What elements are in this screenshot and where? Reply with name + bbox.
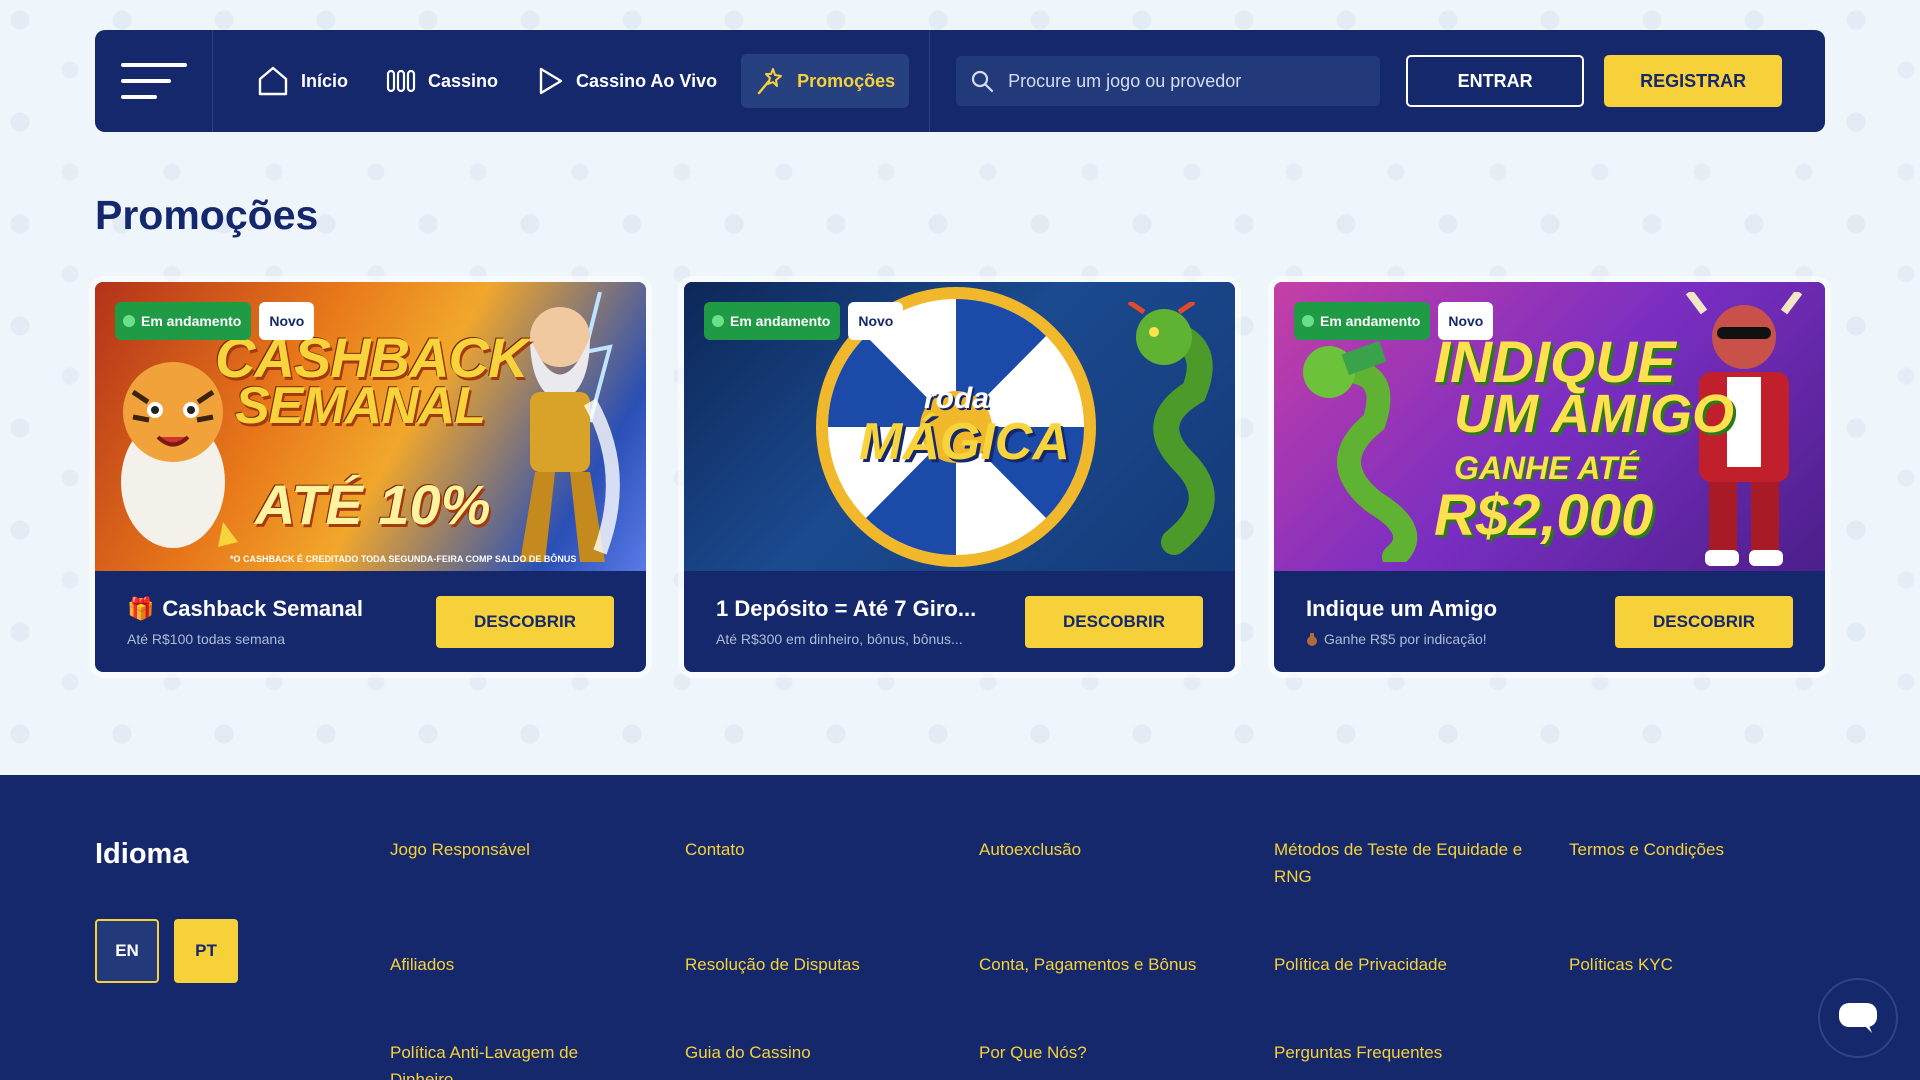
live-dot-icon	[123, 315, 135, 327]
sparkle-icon	[757, 68, 783, 95]
footer-link-termos[interactable]: Termos e Condições	[1569, 836, 1809, 863]
footer-link-metodos-rng[interactable]: Métodos de Teste de Equidade e RNG	[1274, 836, 1544, 890]
promo-card-indique-amigo[interactable]: Em andamento Novo INDIQUE UM AMIGO GANHE…	[1274, 282, 1825, 672]
banner-headline: GANHE ATÉ	[1454, 450, 1639, 486]
banner-highlight: R$2,000	[1434, 483, 1654, 548]
language-title: Idioma	[95, 838, 189, 870]
footer-link-jogo-responsavel[interactable]: Jogo Responsável	[390, 836, 660, 863]
promotions-list: Em andamento Novo CASHBACK SEMANAL ATÉ 1…	[95, 282, 1825, 672]
promo-card-cashback[interactable]: Em andamento Novo CASHBACK SEMANAL ATÉ 1…	[95, 282, 646, 672]
discover-button[interactable]: DESCOBRIR	[1615, 595, 1793, 648]
login-button[interactable]: ENTRAR	[1406, 55, 1585, 107]
dragon-illustration	[1303, 340, 1418, 562]
discover-button[interactable]: DESCOBRIR	[1025, 595, 1203, 648]
banner-headline: UM AMIGO	[1454, 384, 1734, 444]
footer	[0, 775, 1920, 1080]
banner-fine-print: *O CASHBACK É CREDITADO TODA SEGUNDA-FEI…	[230, 554, 577, 564]
status-badge: Em andamento	[704, 302, 841, 340]
banner-highlight: ATÉ 10%	[255, 473, 491, 536]
hamburger-icon	[120, 63, 187, 99]
dragon-illustration	[1127, 302, 1215, 555]
money-bag-icon	[1307, 633, 1317, 646]
footer-link-disputas[interactable]: Resolução de Disputas	[685, 951, 955, 978]
promo-title: 1 Depósito = Até 7 Giro...	[716, 596, 977, 621]
promo-banner-image[interactable]: Em andamento Novo CASHBACK SEMANAL ATÉ 1…	[95, 282, 646, 571]
status-badge: Em andamento	[115, 302, 252, 340]
footer-link-conta-pagamentos[interactable]: Conta, Pagamentos e Bônus	[979, 951, 1249, 978]
promo-subtitle: Até R$300 em dinheiro, bônus, bônus...	[716, 631, 963, 647]
nav-item-label: Cassino Ao Vivo	[576, 70, 718, 91]
promo-card-roda-magica[interactable]: Em andamento Novo roda MÁGICA 1 Depósito…	[684, 282, 1235, 672]
chat-button[interactable]	[1818, 978, 1898, 1058]
new-badge: Novo	[259, 302, 315, 340]
footer-link-autoexclusao[interactable]: Autoexclusão	[979, 836, 1249, 863]
footer-link-anti-lavagem[interactable]: Política Anti-Lavagem de Dinheiro	[390, 1039, 630, 1080]
search-box[interactable]	[956, 56, 1381, 106]
home-icon	[258, 66, 288, 96]
footer-link-por-que-nos[interactable]: Por Que Nós?	[979, 1039, 1249, 1066]
promo-card-text: 🎁 Cashback Semanal Até R$100 todas seman…	[127, 596, 417, 647]
footer-link-afiliados[interactable]: Afiliados	[390, 951, 660, 978]
promo-card-text: Indique um Amigo Ganhe R$5 por indicação…	[1306, 596, 1596, 647]
nav-item-promocoes[interactable]: Promoções	[741, 54, 910, 108]
nav-item-cassino[interactable]: Cassino	[372, 54, 512, 108]
search-icon	[972, 70, 994, 93]
nav-item-label: Promoções	[797, 70, 896, 91]
promo-card-footer: 1 Depósito = Até 7 Giro... Até R$300 em …	[684, 571, 1235, 672]
promo-badges: Em andamento Novo	[115, 302, 315, 340]
footer-link-contato[interactable]: Contato	[685, 836, 955, 863]
register-button[interactable]: REGISTRAR	[1604, 55, 1783, 107]
discover-button[interactable]: DESCOBRIR	[436, 595, 614, 648]
footer-link-kyc[interactable]: Políticas KYC	[1569, 951, 1809, 978]
nav-items: Início Cassino Cassino Ao Vivo Promoções	[213, 30, 910, 132]
banner-headline: SEMANAL	[235, 377, 486, 435]
nav-item-label: Início	[301, 70, 349, 91]
promo-subtitle: Até R$100 todas semana	[127, 631, 285, 647]
promo-badges: Em andamento Novo	[1294, 302, 1494, 340]
new-badge: Novo	[848, 302, 904, 340]
page-title: Promoções	[95, 192, 319, 238]
promo-badges: Em andamento Novo	[704, 302, 904, 340]
menu-button[interactable]	[95, 30, 213, 132]
promo-banner-image[interactable]: Em andamento Novo INDIQUE UM AMIGO GANHE…	[1274, 282, 1825, 571]
chat-icon	[1839, 1003, 1877, 1033]
nav-item-inicio[interactable]: Início	[243, 54, 362, 108]
banner-headline: MÁGICA	[859, 413, 1070, 471]
language-en-button[interactable]: EN	[95, 919, 159, 983]
gift-icon: 🎁	[127, 596, 155, 621]
promo-banner-image[interactable]: Em andamento Novo roda MÁGICA	[684, 282, 1235, 571]
play-icon	[539, 67, 563, 95]
nav-item-cassino-ao-vivo[interactable]: Cassino Ao Vivo	[522, 54, 731, 108]
promo-title: Indique um Amigo	[1306, 596, 1498, 621]
banner-headline: roda	[924, 382, 990, 415]
live-dot-icon	[1302, 315, 1314, 327]
promo-card-text: 1 Depósito = Até 7 Giro... Até R$300 em …	[716, 596, 1000, 647]
slots-icon	[386, 69, 416, 93]
nav-item-label: Cassino	[428, 70, 499, 91]
language-pt-button[interactable]: PT	[174, 919, 238, 983]
nav-divider	[929, 30, 931, 132]
promo-card-footer: Indique um Amigo Ganhe R$5 por indicação…	[1274, 571, 1825, 672]
promo-card-footer: 🎁 Cashback Semanal Até R$100 todas seman…	[95, 571, 646, 672]
status-badge: Em andamento	[1294, 302, 1431, 340]
footer-link-faq[interactable]: Perguntas Frequentes	[1274, 1039, 1544, 1066]
live-dot-icon	[712, 315, 724, 327]
promo-subtitle: Ganhe R$5 por indicação!	[1306, 631, 1596, 647]
new-badge: Novo	[1438, 302, 1494, 340]
footer-link-privacidade[interactable]: Política de Privacidade	[1274, 951, 1544, 978]
promo-title: 🎁 Cashback Semanal	[127, 596, 363, 621]
footer-link-guia-cassino[interactable]: Guia do Cassino	[685, 1039, 955, 1066]
search-input[interactable]	[1008, 70, 1349, 92]
top-navigation: Início Cassino Cassino Ao Vivo Promoções	[95, 30, 1825, 132]
